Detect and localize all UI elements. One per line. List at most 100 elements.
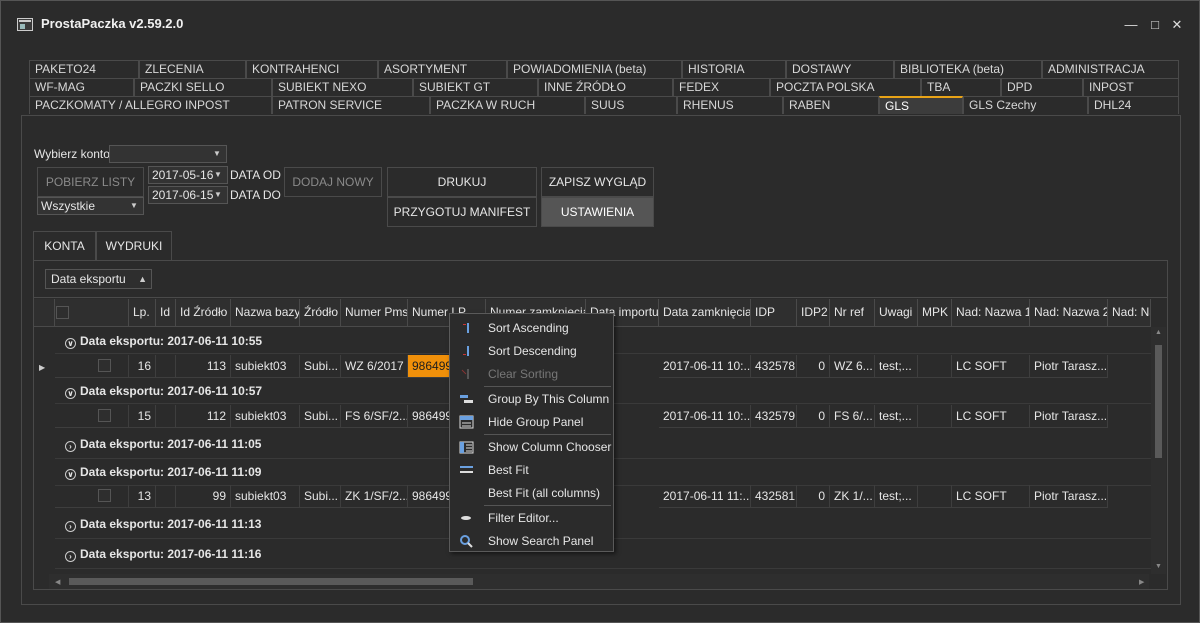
vertical-scrollbar[interactable]: ▲ ▼ bbox=[1151, 327, 1166, 574]
row-checkbox[interactable] bbox=[98, 489, 111, 502]
tab-powiadomienia[interactable]: POWIADOMIENIA (beta) bbox=[507, 60, 682, 78]
tab-subiekt-gt[interactable]: SUBIEKT GT bbox=[413, 78, 538, 96]
date-to-picker[interactable]: 2017-06-15 ▼ bbox=[148, 186, 228, 204]
tab-raben[interactable]: RABEN bbox=[783, 96, 879, 114]
menu-sort-descending[interactable]: Sort Descending bbox=[450, 340, 613, 362]
tab-paczka-w-ruch[interactable]: PACZKA W RUCH bbox=[430, 96, 585, 114]
row-checkbox[interactable] bbox=[98, 409, 111, 422]
group-panel-icon bbox=[459, 415, 474, 429]
header-uwagi[interactable]: Uwagi bbox=[875, 299, 918, 327]
subtab-wydruki[interactable]: WYDRUKI bbox=[96, 231, 172, 261]
header-id[interactable]: Id bbox=[156, 299, 176, 327]
scroll-right-icon[interactable]: ▶ bbox=[1139, 578, 1144, 586]
header-select-all[interactable] bbox=[55, 299, 129, 327]
header-numer-pms[interactable]: Numer Pms bbox=[341, 299, 408, 327]
best-fit-icon bbox=[460, 466, 473, 473]
tab-wf-mag[interactable]: WF-MAG bbox=[29, 78, 134, 96]
tab-asortyment[interactable]: ASORTYMENT bbox=[378, 60, 507, 78]
scroll-left-icon[interactable]: ◀ bbox=[55, 578, 60, 586]
menu-group-by-column[interactable]: Group By This Column bbox=[450, 388, 613, 410]
tab-biblioteka[interactable]: BIBLIOTEKA (beta) bbox=[894, 60, 1042, 78]
maximize-icon[interactable]: □ bbox=[1145, 15, 1165, 35]
tab-dhl24[interactable]: DHL24 bbox=[1088, 96, 1179, 114]
row-checkbox-cell[interactable] bbox=[55, 405, 129, 428]
tab-inne-zrodlo[interactable]: INNE ŹRÓDŁO bbox=[538, 78, 673, 96]
tab-historia[interactable]: HISTORIA bbox=[682, 60, 786, 78]
fetch-lists-button[interactable]: POBIERZ LISTY bbox=[37, 167, 144, 197]
expand-icon[interactable]: › bbox=[65, 551, 76, 562]
menu-best-fit-all[interactable]: Best Fit (all columns) bbox=[450, 482, 613, 504]
group-label: Data eksportu: 2017-06-11 11:05 bbox=[80, 437, 262, 451]
header-nad-na[interactable]: Nad: Na bbox=[1108, 299, 1151, 327]
tab-administracja[interactable]: ADMINISTRACJA bbox=[1042, 60, 1179, 78]
tab-gls[interactable]: GLS bbox=[879, 96, 963, 114]
prepare-manifest-button[interactable]: PRZYGOTUJ MANIFEST bbox=[387, 197, 537, 227]
header-id-zrodlo[interactable]: Id Źródło bbox=[176, 299, 231, 327]
cell-numer-pms: FS 6/SF/2... bbox=[341, 405, 408, 428]
tab-rhenus[interactable]: RHENUS bbox=[677, 96, 783, 114]
collapse-icon[interactable]: ∨ bbox=[65, 388, 76, 399]
print-button[interactable]: DRUKUJ bbox=[387, 167, 537, 197]
add-new-button[interactable]: DODAJ NOWY bbox=[284, 167, 382, 197]
menu-hide-group-panel[interactable]: Hide Group Panel bbox=[450, 411, 613, 433]
account-select[interactable]: ▼ bbox=[109, 145, 227, 163]
header-zrodlo[interactable]: Źródło bbox=[300, 299, 341, 327]
menu-sort-ascending[interactable]: Sort Ascending bbox=[450, 317, 613, 339]
expand-icon[interactable]: › bbox=[65, 441, 76, 452]
close-icon[interactable]: ✕ bbox=[1167, 15, 1187, 35]
vertical-scroll-thumb[interactable] bbox=[1155, 345, 1162, 458]
chevron-down-icon: ▼ bbox=[213, 149, 221, 158]
expand-icon[interactable]: › bbox=[65, 521, 76, 532]
tab-paketo24[interactable]: PAKETO24 bbox=[29, 60, 139, 78]
tab-tba[interactable]: TBA bbox=[921, 78, 1001, 96]
menu-show-search-panel[interactable]: Show Search Panel bbox=[450, 530, 613, 552]
tab-kontrahenci[interactable]: KONTRAHENCI bbox=[246, 60, 378, 78]
header-data-zamkniecia[interactable]: Data zamknięcia bbox=[659, 299, 751, 327]
row-checkbox[interactable] bbox=[98, 359, 111, 372]
collapse-icon[interactable]: ∨ bbox=[65, 469, 76, 480]
row-checkbox-cell[interactable] bbox=[55, 485, 129, 508]
minimize-icon[interactable]: — bbox=[1121, 15, 1141, 35]
app-icon bbox=[17, 18, 33, 31]
select-all-checkbox[interactable] bbox=[56, 306, 69, 319]
tab-gls-czechy[interactable]: GLS Czechy bbox=[963, 96, 1088, 114]
cell-nazwa-bazy: subiekt03 bbox=[231, 405, 300, 428]
header-idp2[interactable]: IDP2 bbox=[797, 299, 830, 327]
group-label: Data eksportu: 2017-06-11 10:57 bbox=[80, 384, 263, 398]
collapse-icon[interactable]: ∨ bbox=[65, 338, 76, 349]
tab-paczki-sello[interactable]: PACZKI SELLO bbox=[134, 78, 272, 96]
tab-paczkomaty[interactable]: PACZKOMATY / ALLEGRO INPOST bbox=[29, 96, 272, 114]
menu-item-label: Group By This Column bbox=[488, 392, 610, 406]
header-idp[interactable]: IDP bbox=[751, 299, 797, 327]
menu-filter-editor[interactable]: Filter Editor... bbox=[450, 507, 613, 529]
group-chip-data-eksportu[interactable]: Data eksportu ▲ bbox=[45, 269, 152, 289]
horizontal-scroll-thumb[interactable] bbox=[69, 578, 473, 585]
status-filter-select[interactable]: Wszystkie ▼ bbox=[37, 197, 144, 215]
menu-best-fit[interactable]: Best Fit bbox=[450, 459, 613, 481]
row-checkbox-cell[interactable] bbox=[55, 355, 129, 378]
tab-inpost[interactable]: INPOST bbox=[1083, 78, 1179, 96]
save-layout-button[interactable]: ZAPISZ WYGLĄD bbox=[541, 167, 654, 197]
scroll-up-icon[interactable]: ▲ bbox=[1155, 329, 1162, 336]
tab-patron-service[interactable]: PATRON SERVICE bbox=[272, 96, 430, 114]
subtab-konta[interactable]: KONTA bbox=[33, 231, 96, 261]
scroll-down-icon[interactable]: ▼ bbox=[1155, 563, 1162, 570]
tab-poczta-polska[interactable]: POCZTA POLSKA bbox=[770, 78, 921, 96]
tab-fedex[interactable]: FEDEX bbox=[673, 78, 770, 96]
tab-dpd[interactable]: DPD bbox=[1001, 78, 1083, 96]
cell-mpk bbox=[918, 485, 952, 508]
settings-button[interactable]: USTAWIENIA bbox=[541, 197, 654, 227]
tab-zlecenia[interactable]: ZLECENIA bbox=[139, 60, 246, 78]
date-from-picker[interactable]: 2017-05-16 ▼ bbox=[148, 166, 228, 184]
tab-dostawy[interactable]: DOSTAWY bbox=[786, 60, 894, 78]
tab-suus[interactable]: SUUS bbox=[585, 96, 677, 114]
menu-show-column-chooser[interactable]: Show Column Chooser bbox=[450, 436, 613, 458]
header-nad-nazwa-1[interactable]: Nad: Nazwa 1 bbox=[952, 299, 1030, 327]
header-mpk[interactable]: MPK bbox=[918, 299, 952, 327]
header-lp[interactable]: Lp. bbox=[129, 299, 156, 327]
header-nr-ref[interactable]: Nr ref bbox=[830, 299, 875, 327]
header-nazwa-bazy[interactable]: Nazwa bazy bbox=[231, 299, 300, 327]
tab-subiekt-nexo[interactable]: SUBIEKT NEXO bbox=[272, 78, 413, 96]
header-nad-nazwa-2[interactable]: Nad: Nazwa 2 bbox=[1030, 299, 1108, 327]
horizontal-scrollbar[interactable]: ◀ ▶ bbox=[49, 574, 1149, 589]
